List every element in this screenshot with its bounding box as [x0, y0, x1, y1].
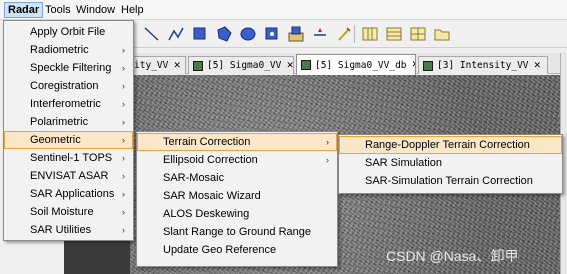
pin-tool-icon[interactable] — [262, 24, 282, 44]
menu-item-soil-moisture[interactable]: Soil Moisture › — [4, 203, 133, 221]
tab-sigma0-vv-db[interactable]: [5] Sigma0_VV_db ✕ — [296, 54, 416, 75]
menu-help[interactable]: Help — [118, 2, 147, 18]
menu-item-interferometric[interactable]: Interferometric › — [4, 95, 133, 113]
chevron-right-icon: › — [122, 171, 125, 181]
ellipse-tool-icon[interactable] — [238, 24, 258, 44]
radar-menu: Apply Orbit File Radiometric › Speckle Fi… — [3, 20, 134, 241]
menu-item-label: Speckle Filtering — [30, 62, 112, 74]
tab-bar: ity_VV ✕ [5] Sigma0_VV ✕ [5] Sigma0_VV_d… — [130, 53, 567, 75]
chevron-right-icon: › — [122, 81, 125, 91]
menu-bar: Radar Tools Window Help — [0, 0, 567, 20]
menu-item-sar-simulation[interactable]: SAR Simulation — [339, 154, 562, 172]
close-icon[interactable]: ✕ — [286, 61, 293, 71]
magic-wand-icon[interactable] — [310, 24, 330, 44]
menu-radar[interactable]: Radar — [4, 2, 44, 18]
range-finder-icon[interactable] — [334, 24, 354, 44]
menu-item-label: Radiometric — [30, 44, 89, 56]
chevron-right-icon: › — [326, 137, 329, 147]
menu-item-slant-range-to-ground-range[interactable]: Slant Range to Ground Range — [137, 223, 337, 241]
chevron-right-icon: › — [122, 189, 125, 199]
menu-item-update-geo-reference[interactable]: Update Geo Reference — [137, 241, 337, 259]
menu-item-label: SAR-Simulation Terrain Correction — [365, 175, 533, 187]
menu-item-sar-utilities[interactable]: SAR Utilities › — [4, 221, 133, 239]
menu-item-label: SAR Simulation — [365, 157, 443, 169]
menu-item-envisat-asar[interactable]: ENVISAT ASAR › — [4, 167, 133, 185]
tab-label: ity_VV — [134, 60, 169, 71]
menu-item-sar-applications[interactable]: SAR Applications › — [4, 185, 133, 203]
terrain-correction-submenu: Range-Doppler Terrain Correction SAR Sim… — [338, 134, 563, 194]
tab-label: [5] Sigma0_VV — [207, 60, 282, 71]
menu-tools[interactable]: Tools — [42, 2, 74, 18]
chevron-right-icon: › — [122, 45, 125, 55]
tab-sigma0-vv[interactable]: [5] Sigma0_VV ✕ — [188, 56, 294, 74]
menu-item-range-doppler-terrain-correction[interactable]: Range-Doppler Terrain Correction — [339, 136, 562, 154]
geometric-submenu: Terrain Correction › Ellipsoid Correction… — [136, 131, 338, 267]
menu-item-sentinel-1-tops[interactable]: Sentinel-1 TOPS › — [4, 149, 133, 167]
rectangle-tool-icon[interactable] — [190, 24, 210, 44]
gcp-tool-icon[interactable] — [286, 24, 306, 44]
menu-item-label: Ellipsoid Correction — [163, 154, 258, 166]
menu-item-label: ENVISAT ASAR — [30, 170, 109, 182]
grid-layout-3-icon[interactable] — [408, 24, 428, 44]
chevron-right-icon: › — [122, 207, 125, 217]
grid-layout-2-icon[interactable] — [384, 24, 404, 44]
menu-item-label: Soil Moisture — [30, 206, 94, 218]
tab-intensity-vv[interactable]: [3] Intensity_VV ✕ — [418, 56, 548, 74]
menu-item-sar-simulation-terrain-correction[interactable]: SAR-Simulation Terrain Correction — [339, 172, 562, 190]
menu-item-label: SAR Mosaic Wizard — [163, 190, 261, 202]
toolbar — [130, 20, 567, 48]
polygon-tool-icon[interactable] — [214, 24, 234, 44]
menu-item-label: Coregistration — [30, 80, 99, 92]
menu-item-label: Terrain Correction — [163, 136, 251, 148]
band-icon — [423, 60, 433, 71]
menu-item-ellipsoid-correction[interactable]: Ellipsoid Correction › — [137, 151, 337, 169]
line-tool-icon[interactable] — [142, 24, 162, 44]
close-icon[interactable]: ✕ — [173, 61, 181, 71]
chevron-right-icon: › — [122, 117, 125, 127]
menu-item-label: SAR Applications — [30, 188, 115, 200]
tab-intensity-vv-partial[interactable]: ity_VV ✕ — [130, 56, 186, 74]
menu-item-sar-mosaic-wizard[interactable]: SAR Mosaic Wizard — [137, 187, 337, 205]
menu-item-label: SAR-Mosaic — [163, 172, 225, 184]
close-icon[interactable]: ✕ — [534, 61, 542, 71]
menu-item-label: Range-Doppler Terrain Correction — [365, 139, 530, 151]
chevron-right-icon: › — [122, 153, 125, 163]
chevron-right-icon: › — [122, 99, 125, 109]
chevron-right-icon: › — [326, 155, 329, 165]
tab-label: [5] Sigma0_VV_db — [315, 59, 407, 71]
menu-item-apply-orbit-file[interactable]: Apply Orbit File — [4, 23, 133, 41]
polyline-tool-icon[interactable] — [166, 24, 186, 44]
tab-label: [3] Intensity_VV — [437, 60, 529, 71]
close-icon[interactable]: ✕ — [412, 60, 415, 70]
menu-item-sar-mosaic[interactable]: SAR-Mosaic — [137, 169, 337, 187]
menu-item-alos-deskewing[interactable]: ALOS Deskewing — [137, 205, 337, 223]
menu-item-label: Interferometric — [30, 98, 101, 110]
menu-item-polarimetric[interactable]: Polarimetric › — [4, 113, 133, 131]
menu-item-label: ALOS Deskewing — [163, 208, 250, 220]
chevron-right-icon: › — [122, 135, 125, 145]
menu-window[interactable]: Window — [73, 2, 118, 18]
menu-item-label: Geometric — [30, 134, 81, 146]
band-icon — [193, 60, 203, 71]
folder-icon[interactable] — [432, 24, 452, 44]
band-icon — [301, 60, 311, 70]
menu-item-label: Sentinel-1 TOPS — [30, 152, 113, 164]
menu-item-radiometric[interactable]: Radiometric › — [4, 41, 133, 59]
menu-item-coregistration[interactable]: Coregistration › — [4, 77, 133, 95]
menu-item-label: Polarimetric — [30, 116, 89, 128]
chevron-right-icon: › — [122, 225, 125, 235]
menu-item-label: Apply Orbit File — [30, 26, 106, 38]
grid-layout-1-icon[interactable] — [360, 24, 380, 44]
menu-item-label: Update Geo Reference — [163, 244, 277, 256]
menu-item-label: SAR Utilities — [30, 224, 92, 236]
menu-item-geometric[interactable]: Geometric › — [4, 131, 133, 149]
menu-item-label: Slant Range to Ground Range — [163, 226, 311, 238]
chevron-right-icon: › — [122, 63, 125, 73]
watermark: CSDN @Nasa、卸甲 — [386, 248, 519, 264]
menu-item-terrain-correction[interactable]: Terrain Correction › — [137, 133, 337, 151]
toolbar-separator — [354, 25, 355, 43]
menu-item-speckle-filtering[interactable]: Speckle Filtering › — [4, 59, 133, 77]
